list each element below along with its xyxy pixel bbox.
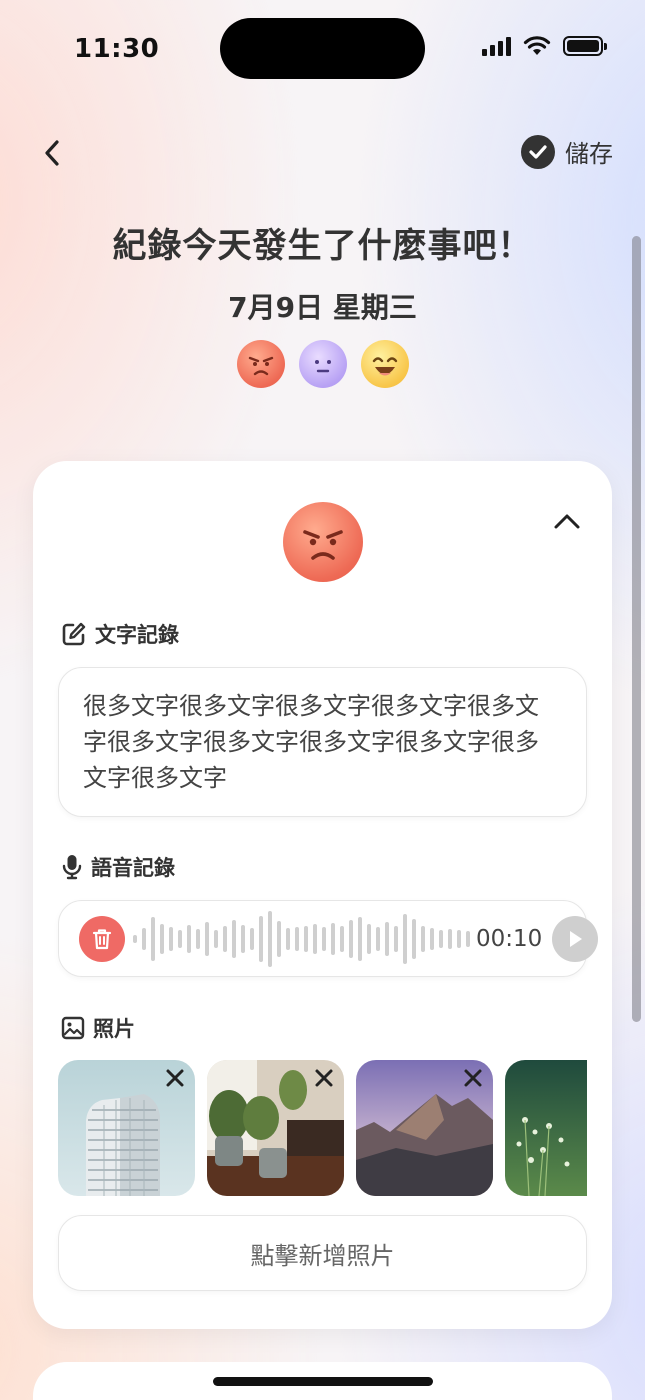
audio-waveform[interactable] [133, 909, 470, 969]
text-entry-field[interactable]: 很多文字很多文字很多文字很多文字很多文字很多文字很多文字很多文字很多文字很多文字… [58, 667, 587, 817]
status-bar: 11:30 [0, 0, 645, 100]
angry-emoji-icon[interactable] [236, 340, 285, 388]
selected-mood-angry-icon [283, 502, 363, 582]
happy-emoji-icon[interactable] [360, 340, 409, 388]
status-icons [482, 36, 607, 56]
building-photo[interactable] [58, 1060, 195, 1196]
neutral-emoji-icon[interactable] [298, 340, 347, 388]
mood-selector [0, 340, 645, 388]
page-title: 紀錄今天發生了什麼事吧！ [112, 226, 533, 266]
text-record-header: 文字記錄 [61, 619, 179, 649]
save-label: 儲存 [565, 140, 613, 168]
cellular-signal-icon [482, 36, 511, 56]
add-photo-button[interactable]: 點擊新增照片 [58, 1215, 587, 1291]
status-time: 11:30 [74, 34, 160, 64]
trash-icon [92, 928, 112, 949]
edit-icon [62, 622, 86, 646]
flowers-photo[interactable] [505, 1060, 587, 1196]
entry-card: 文字記錄 很多文字很多文字很多文字很多文字很多文字很多文字很多文字很多文字很多文… [33, 461, 612, 1329]
play-icon [570, 930, 583, 947]
audio-player: 00:10 [58, 900, 599, 977]
play-audio-button[interactable] [552, 915, 599, 962]
photo-header: 照片 [61, 1013, 135, 1043]
back-button[interactable] [36, 136, 68, 170]
dynamic-island [220, 18, 425, 79]
save-button[interactable]: 儲存 [521, 134, 613, 169]
photo-gallery [58, 1060, 587, 1196]
audio-duration: 00:10 [476, 925, 543, 952]
mountain-photo[interactable] [356, 1060, 493, 1196]
battery-icon [563, 36, 607, 56]
remove-photo-icon[interactable] [312, 1066, 336, 1090]
image-icon [61, 1016, 85, 1040]
collapse-button[interactable] [552, 509, 582, 533]
voice-record-label: 語音記錄 [91, 856, 175, 880]
text-record-label: 文字記錄 [95, 623, 179, 647]
voice-record-header: 語音記錄 [61, 852, 175, 882]
microphone-icon [62, 855, 82, 880]
check-circle-icon [521, 134, 555, 169]
remove-photo-icon[interactable] [461, 1066, 485, 1090]
home-indicator [213, 1377, 433, 1386]
chevron-left-icon [45, 140, 59, 166]
plants-photo[interactable] [207, 1060, 344, 1196]
entry-date: 7月9日 星期三 [228, 291, 417, 324]
delete-audio-button[interactable] [79, 915, 125, 962]
scrollbar[interactable] [632, 236, 641, 1022]
chevron-up-icon [554, 514, 580, 529]
remove-photo-icon[interactable] [163, 1066, 187, 1090]
photo-label: 照片 [93, 1017, 135, 1041]
wifi-icon [523, 36, 551, 55]
